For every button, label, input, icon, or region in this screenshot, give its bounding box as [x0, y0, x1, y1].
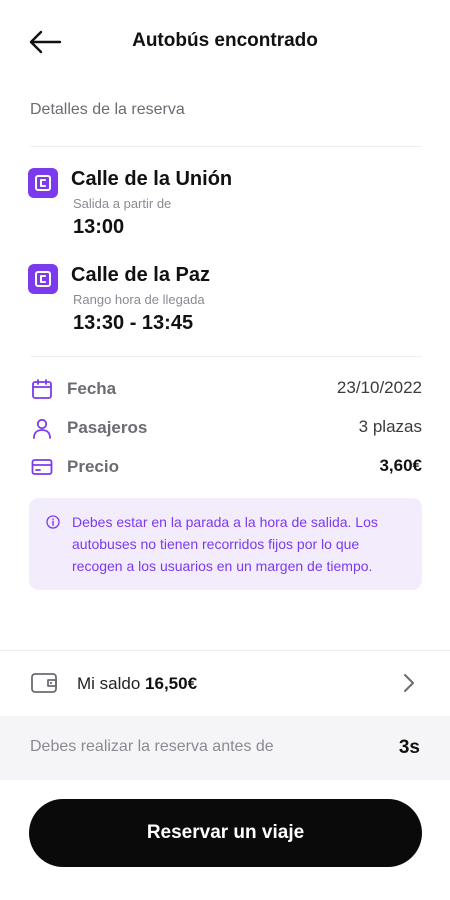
- wallet-label: Mi saldo: [77, 674, 141, 693]
- user-icon: [33, 418, 51, 439]
- page-title-text: Autobús encontrado: [132, 30, 318, 51]
- booking-deadline: Debes realizar la reserva antes de 3s: [0, 716, 450, 780]
- price-value: 3,60€: [379, 456, 422, 475]
- wallet-text: Mi saldo 16,50€: [77, 674, 197, 694]
- wallet-amount: 16,50€: [145, 674, 198, 693]
- origin-sub: Salida a partir de: [73, 196, 172, 211]
- calendar-icon: [32, 379, 52, 399]
- origin-time: 13:00: [73, 216, 125, 238]
- origin-stop: Calle de la Unión Salida a partir de 13:…: [28, 168, 428, 240]
- price-label: Precio: [67, 457, 119, 476]
- info-icon: [46, 515, 60, 529]
- passengers-row: Pasajeros 3 plazas: [30, 416, 422, 440]
- section-label: Detalles de la reserva: [30, 101, 185, 118]
- info-notice: Debes estar en la parada a la hora de sa…: [29, 498, 422, 590]
- deadline-countdown: 3s: [398, 737, 420, 758]
- bus-stop-icon: [28, 264, 58, 294]
- wallet-icon: [31, 673, 57, 693]
- divider: [30, 146, 422, 147]
- card-icon: [31, 459, 53, 475]
- destination-stop: Calle de la Paz Rango hora de llegada 13…: [28, 264, 428, 336]
- destination-sub: Rango hora de llegada: [73, 292, 205, 307]
- book-trip-button[interactable]: Reservar un viaje: [29, 799, 422, 867]
- header: Autobús encontrado: [0, 0, 450, 84]
- deadline-text: Debes realizar la reserva antes de: [30, 738, 274, 755]
- passengers-value: 3 plazas: [358, 417, 422, 436]
- chevron-right-icon: [404, 674, 414, 692]
- passengers-label: Pasajeros: [67, 418, 148, 437]
- wallet-balance-row[interactable]: Mi saldo 16,50€: [0, 650, 450, 716]
- notice-text: Debes estar en la parada a la hora de sa…: [72, 514, 378, 574]
- origin-name: Calle de la Unión: [71, 168, 233, 190]
- divider: [30, 356, 422, 357]
- date-value: 23/10/2022: [336, 378, 422, 397]
- bus-stop-icon: [28, 168, 58, 198]
- destination-name: Calle de la Paz: [71, 264, 210, 286]
- destination-time: 13:30 - 13:45: [73, 312, 194, 334]
- price-row: Precio 3,60€: [30, 455, 422, 479]
- page-title: Autobús encontrado: [0, 30, 450, 52]
- date-label: Fecha: [67, 379, 117, 398]
- date-row: Fecha 23/10/2022: [30, 377, 422, 401]
